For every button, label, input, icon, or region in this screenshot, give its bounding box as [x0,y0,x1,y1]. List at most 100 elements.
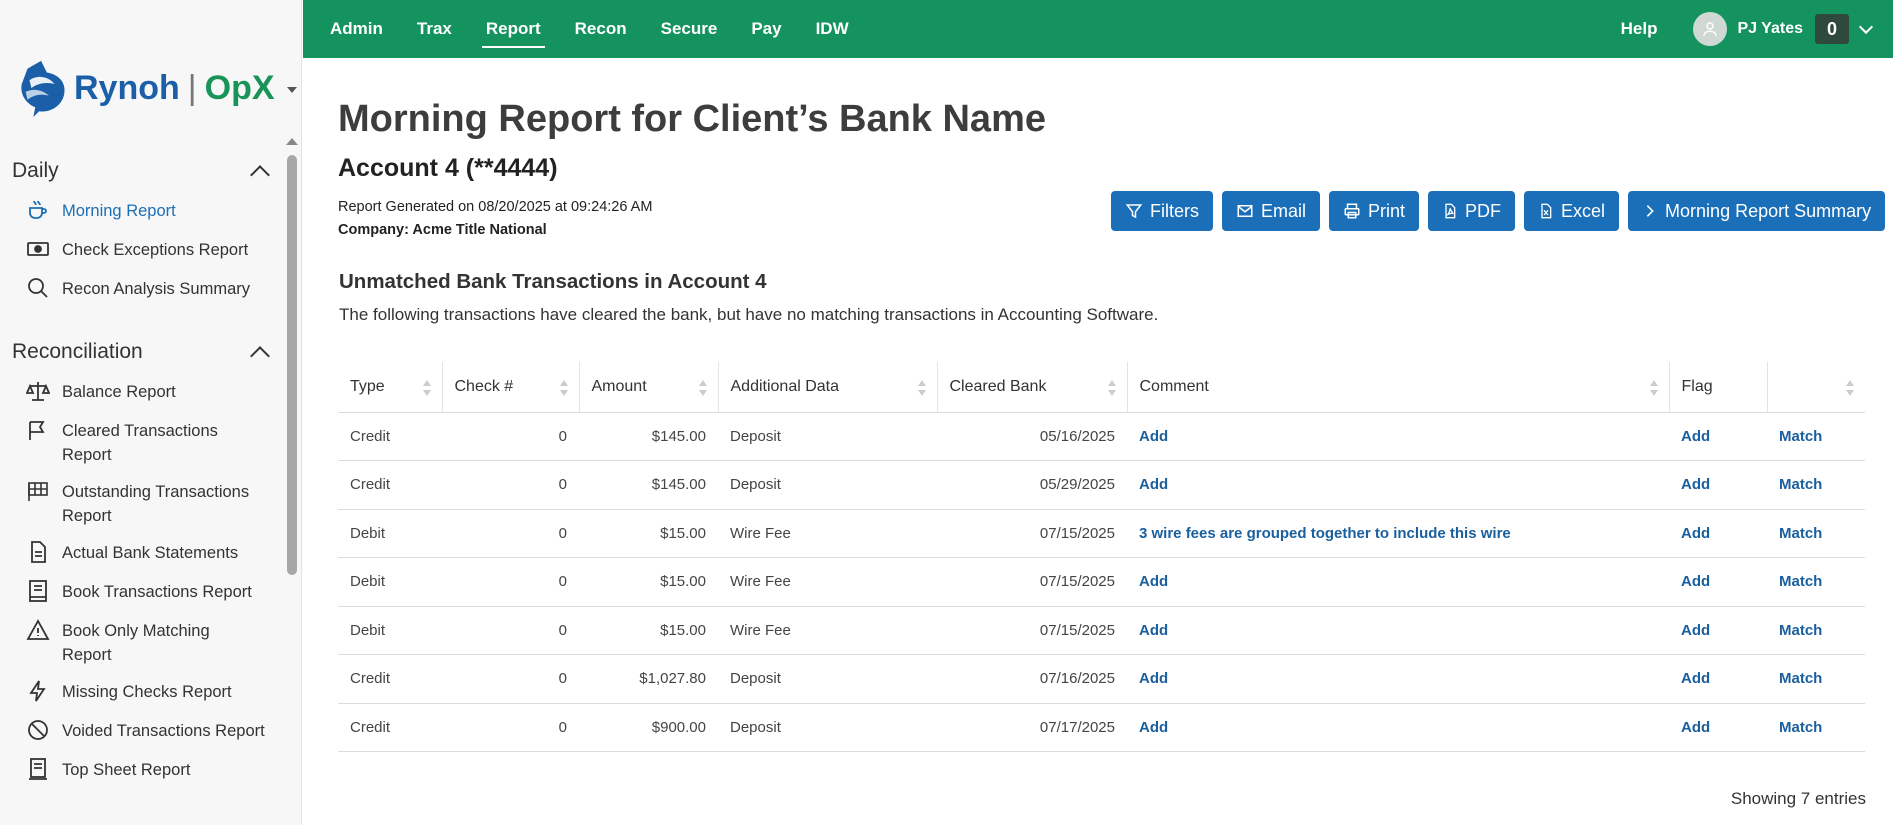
tab-idw[interactable]: IDW [810,0,855,58]
comment-add-link[interactable]: Add [1139,428,1168,445]
sort-icon[interactable] [917,379,927,397]
table-row: Debit 0 $15.00 Wire Fee 07/15/2025 3 wir… [338,509,1865,558]
ban-icon [28,720,48,740]
filter-icon [1125,204,1143,219]
flag-add-link[interactable]: Add [1681,719,1710,736]
tab-recon[interactable]: Recon [569,0,633,58]
sort-icon[interactable] [1649,379,1659,397]
rynoh-logo-icon [21,60,65,117]
sort-icon[interactable] [698,379,708,397]
sidebar-item-label: Top Sheet Report [62,761,191,779]
user-name[interactable]: PJ Yates [1737,20,1803,38]
chevron-up-icon[interactable] [250,165,270,185]
column-header-amount[interactable]: Amount [579,362,719,413]
flag-add-link[interactable]: Add [1681,428,1710,445]
flag-add-link[interactable]: Add [1681,525,1710,542]
checkered-flag-icon [28,482,48,501]
chevron-up-icon[interactable] [250,346,270,366]
comment-add-link[interactable]: Add [1139,476,1168,493]
match-link[interactable]: Match [1779,670,1822,687]
sort-icon[interactable] [1107,379,1117,397]
sidebar-item-label: Check Exceptions Report [62,241,249,259]
chevron-down-icon[interactable] [1858,19,1874,34]
scroll-up-arrow-icon[interactable] [286,138,298,145]
sidebar-item-top-sheet[interactable]: Top Sheet Report [0,750,285,789]
match-link[interactable]: Match [1779,622,1822,639]
sort-icon[interactable] [1845,379,1855,397]
tab-report[interactable]: Report [480,0,547,58]
morning-report-summary-button[interactable]: Morning Report Summary [1628,191,1886,231]
match-link[interactable]: Match [1779,573,1822,590]
comment-link[interactable]: 3 wire fees are grouped together to incl… [1139,525,1511,542]
scroll-thumb[interactable] [287,155,297,575]
sidebar-item-actual-bank-statements[interactable]: Actual Bank Statements [0,533,285,572]
sidebar-item-morning-report[interactable]: Morning Report [0,191,285,230]
cell-additional-data: Wire Fee [718,509,937,558]
flag-add-link[interactable]: Add [1681,476,1710,493]
column-header-check[interactable]: Check # [442,362,580,413]
sidebar-item-book-transactions[interactable]: Book Transactions Report [0,572,285,611]
flag-add-link[interactable]: Add [1681,670,1710,687]
match-link[interactable]: Match [1779,719,1822,736]
brand-caret-icon[interactable] [286,87,297,93]
sidebar-section-reconciliation[interactable]: Reconciliation [0,332,285,372]
notification-badge[interactable]: 0 [1815,14,1849,44]
tab-trax[interactable]: Trax [411,0,458,58]
match-link[interactable]: Match [1779,428,1822,445]
comment-add-link[interactable]: Add [1139,670,1168,687]
tab-pay[interactable]: Pay [745,0,787,58]
pdf-button[interactable]: PDF [1428,191,1516,231]
column-header-additional-data[interactable]: Additional Data [718,362,938,413]
section-description: The following transactions have cleared … [339,305,1159,324]
cell-cleared-bank: 07/16/2025 [937,654,1127,704]
sidebar-item-label: Morning Report [62,202,176,220]
tab-secure[interactable]: Secure [655,0,724,58]
excel-button[interactable]: Excel [1524,191,1620,231]
top-nav: Admin Trax Report Recon Secure Pay IDW H… [303,0,1893,58]
sort-icon[interactable] [559,379,569,397]
comment-add-link[interactable]: Add [1139,719,1168,736]
cell-type: Credit [338,460,442,510]
avatar[interactable] [1693,12,1728,46]
email-button[interactable]: Email [1222,191,1321,231]
match-link[interactable]: Match [1779,476,1822,493]
page-title: Morning Report for Client’s Bank Name [338,98,1046,140]
comment-add-link[interactable]: Add [1139,622,1168,639]
document-icon [31,541,46,563]
sidebar-item-balance-report[interactable]: Balance Report [0,372,285,411]
sheet-icon [29,758,47,780]
comment-add-link[interactable]: Add [1139,573,1168,590]
flag-add-link[interactable]: Add [1681,622,1710,639]
cell-action: Match [1767,412,1865,461]
cell-action: Match [1767,557,1865,607]
column-header-comment[interactable]: Comment [1127,362,1670,413]
coffee-cup-icon [29,200,47,219]
sidebar-item-check-exceptions[interactable]: Check Exceptions Report [0,230,285,269]
match-link[interactable]: Match [1779,525,1822,542]
cell-cleared-bank: 07/15/2025 [937,606,1127,655]
sidebar-item-book-only-matching[interactable]: Book Only Matching Report [0,611,285,672]
sidebar-item-recon-analysis[interactable]: Recon Analysis Summary [0,269,285,308]
sidebar-scrollbar[interactable] [286,136,298,825]
cell-additional-data: Wire Fee [718,606,937,655]
sidebar-item-outstanding-transactions[interactable]: Outstanding Transactions Report [0,472,285,533]
column-header-action[interactable] [1767,362,1865,413]
brand-logo[interactable]: Rynoh | OpX [14,58,297,118]
summary-button-label: Morning Report Summary [1665,200,1872,221]
user-icon [1703,22,1718,36]
filters-button[interactable]: Filters [1111,191,1213,231]
column-header-cleared-bank[interactable]: Cleared Bank [937,362,1128,413]
sidebar-item-cleared-transactions[interactable]: Cleared Transactions Report [0,411,285,472]
tab-admin[interactable]: Admin [324,0,389,58]
print-button[interactable]: Print [1329,191,1420,231]
sidebar-item-missing-checks[interactable]: Missing Checks Report [0,672,285,711]
flag-add-link[interactable]: Add [1681,573,1710,590]
sidebar-section-daily[interactable]: Daily [0,151,285,191]
help-link[interactable]: Help [1621,19,1658,39]
cell-check: 0 [442,654,579,704]
table-row: Debit 0 $15.00 Wire Fee 07/15/2025 Add A… [338,606,1865,655]
column-header-type[interactable]: Type [338,362,443,413]
column-header-flag[interactable]: Flag [1669,362,1768,413]
sort-icon[interactable] [422,379,432,397]
sidebar-item-voided-transactions[interactable]: Voided Transactions Report [0,711,285,750]
